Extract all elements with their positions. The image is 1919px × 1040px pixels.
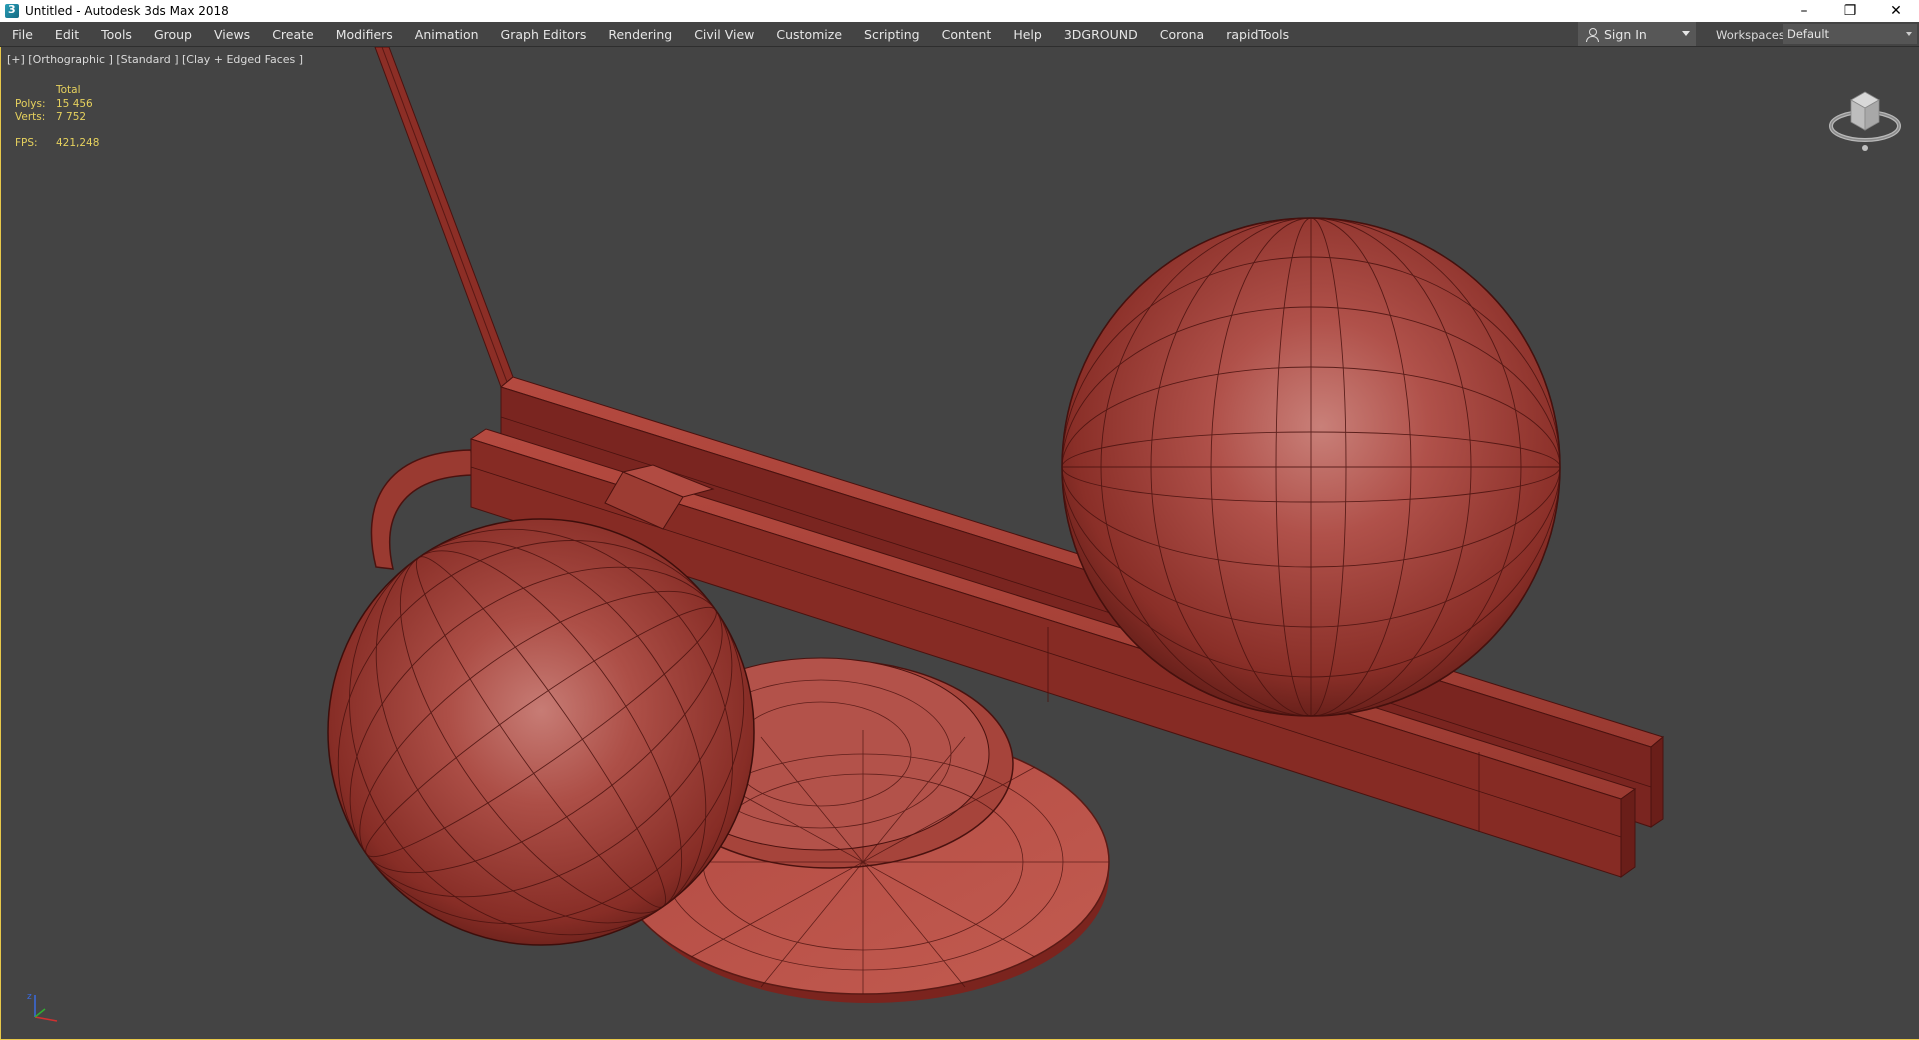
close-button[interactable]: ✕: [1873, 0, 1919, 22]
menu-animation[interactable]: Animation: [404, 27, 490, 42]
menu-rapidtools[interactable]: rapidTools: [1215, 27, 1300, 42]
menu-customize[interactable]: Customize: [765, 27, 853, 42]
stats-fps-label: FPS:: [15, 137, 38, 149]
menu-graph-editors[interactable]: Graph Editors: [490, 27, 598, 42]
restore-button[interactable]: ❐: [1827, 0, 1873, 22]
stats-verts-value: 7 752: [56, 111, 87, 123]
menu-views[interactable]: Views: [203, 27, 261, 42]
menu-3dground[interactable]: 3DGROUND: [1053, 27, 1149, 42]
menu-edit[interactable]: Edit: [44, 27, 90, 42]
stats-verts-label: Verts:: [15, 111, 46, 123]
menu-modifiers[interactable]: Modifiers: [325, 27, 404, 42]
menu-scripting[interactable]: Scripting: [853, 27, 931, 42]
arm-pole: [374, 47, 514, 388]
menu-civil-view[interactable]: Civil View: [683, 27, 765, 42]
window-title: Untitled - Autodesk 3ds Max 2018: [25, 4, 229, 18]
stats-fps-value: 421,248: [56, 137, 100, 149]
app-logo-icon: [5, 3, 19, 18]
svg-text:z: z: [27, 992, 32, 1002]
sign-in-button[interactable]: Sign In: [1578, 22, 1696, 46]
scene-render: [327, 47, 1665, 1003]
viewport-label[interactable]: [+] [Orthographic ] [Standard ] [Clay + …: [7, 53, 303, 66]
menu-tools[interactable]: Tools: [90, 27, 143, 42]
chevron-down-icon: [1906, 32, 1912, 36]
stats-polys-label: Polys:: [15, 98, 46, 110]
user-icon: [1586, 27, 1599, 42]
menu-group[interactable]: Group: [143, 27, 203, 42]
workspaces-value: Default: [1787, 27, 1830, 41]
sign-in-label: Sign In: [1604, 26, 1647, 42]
title-bar: Untitled - Autodesk 3ds Max 2018 – ❐ ✕: [0, 0, 1919, 22]
menu-file[interactable]: File: [0, 27, 44, 42]
stats-total-label: Total: [56, 84, 81, 96]
workspaces-label: Workspaces:: [1716, 28, 1789, 42]
workspaces-dropdown[interactable]: Default: [1783, 24, 1917, 44]
menu-content[interactable]: Content: [931, 27, 1003, 42]
sphere-right: [1061, 217, 1561, 717]
viewcube-icon[interactable]: [1827, 78, 1903, 154]
menu-create[interactable]: Create: [261, 27, 325, 42]
axis-tripod-icon: z: [27, 992, 58, 1022]
chevron-down-icon: [1682, 31, 1690, 36]
menu-corona[interactable]: Corona: [1149, 27, 1215, 42]
window-controls: – ❐ ✕: [1781, 0, 1919, 22]
minimize-button[interactable]: –: [1781, 0, 1827, 22]
perspective-viewport[interactable]: [+] [Orthographic ] [Standard ] [Clay + …: [0, 47, 1919, 1040]
stats-polys-value: 15 456: [56, 98, 93, 110]
menu-rendering[interactable]: Rendering: [597, 27, 683, 42]
menu-help[interactable]: Help: [1002, 27, 1053, 42]
